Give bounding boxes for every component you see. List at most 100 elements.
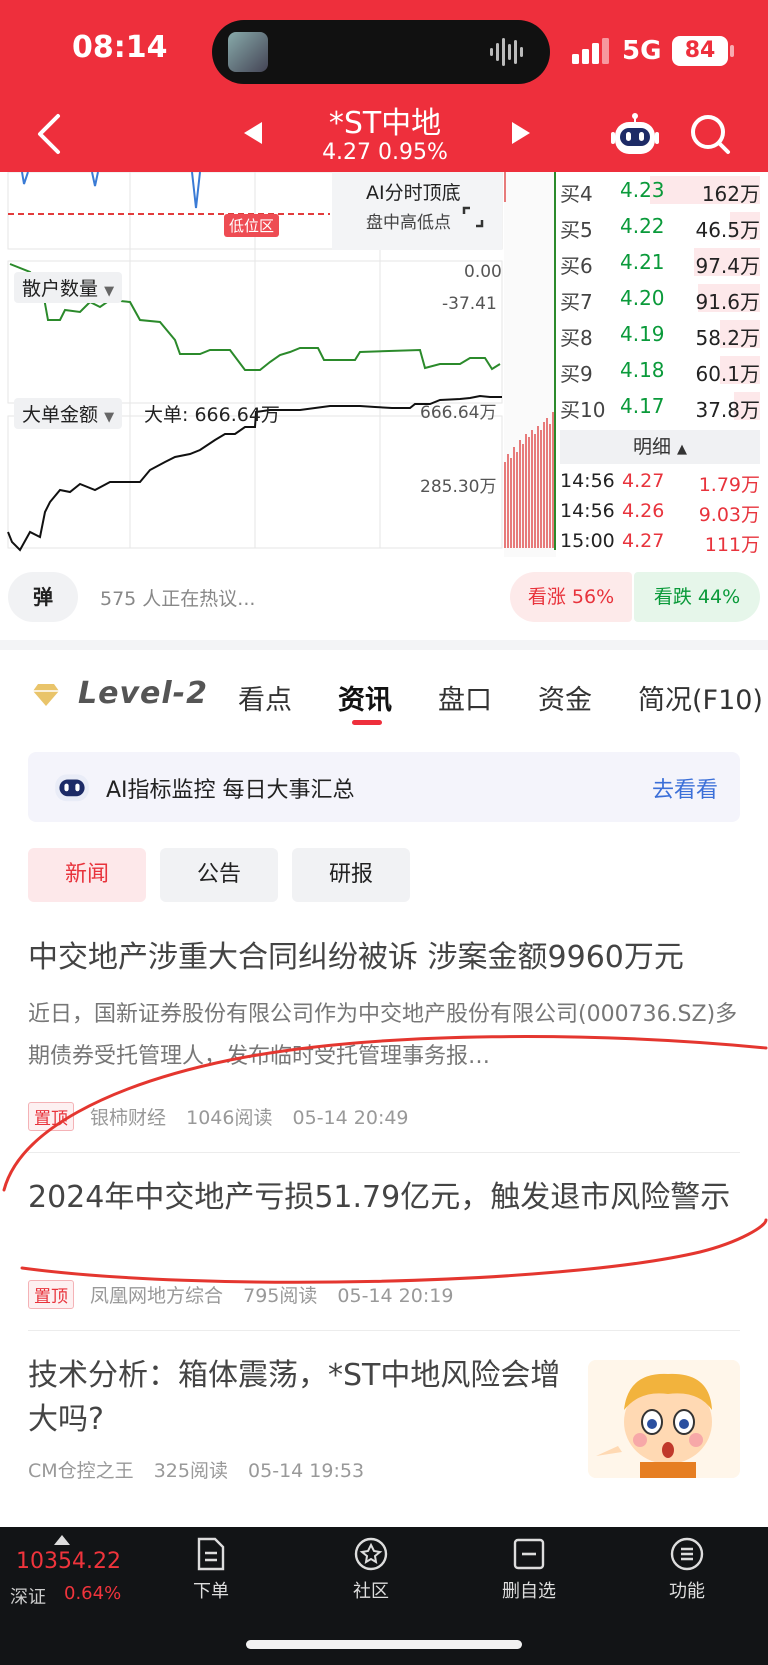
order-price: 4.18: [620, 358, 665, 382]
chevron-down-icon: ▼: [104, 284, 115, 299]
audio-wave-icon: [490, 38, 523, 66]
ai-banner-go-link[interactable]: 去看看: [652, 772, 718, 804]
section-divider: [0, 640, 768, 650]
danmu-label: 弹: [33, 585, 53, 609]
low-zone-tag: 低位区: [224, 214, 280, 237]
ai-banner[interactable]: AI指标监控 每日大事汇总 去看看: [28, 752, 740, 822]
cartoon-boy-image: [588, 1360, 740, 1478]
tab-level2[interactable]: Level-2: [78, 676, 208, 711]
bottom-bar: 10354.22 深证 0.64% 下单 社区 删自选 功能: [0, 1527, 768, 1665]
ai-robot-icon: [55, 774, 89, 802]
triangle-up-icon: ▲: [677, 442, 688, 457]
tab-funds[interactable]: 资金: [538, 678, 592, 717]
tick-volume: 1.79万: [698, 474, 760, 496]
bullish-vote-button[interactable]: 看涨 56%: [510, 572, 632, 622]
big-order-axis-mid: 285.30万: [420, 477, 497, 497]
nav-order[interactable]: 下单: [166, 1537, 256, 1603]
stock-name: *ST中地: [328, 106, 442, 141]
tab-news[interactable]: 资讯: [338, 678, 392, 717]
tab-f10[interactable]: 简况(F10): [638, 678, 763, 717]
news-title[interactable]: 技术分析：箱体震荡，*ST中地风险会增大吗?: [28, 1354, 568, 1442]
index-name: 深证: [10, 1587, 46, 1608]
order-book-row: 买9 4.18 60.1万: [560, 352, 760, 388]
menu-icon: [670, 1537, 704, 1571]
order-price: 4.20: [620, 286, 665, 310]
detail-title: 明细: [632, 436, 671, 458]
nav-functions-label: 功能: [669, 1581, 705, 1602]
ai-top-bottom-box[interactable]: AI分时顶底 盘中高低点: [332, 172, 502, 250]
tick-time: 14:56: [560, 470, 615, 492]
tab-orderbook[interactable]: 盘口: [438, 678, 492, 717]
order-book-row: 买6 4.21 97.4万: [560, 244, 760, 280]
nav-functions[interactable]: 功能: [642, 1537, 732, 1603]
stock-quote: 4.27 0.95%: [322, 140, 448, 165]
news-title[interactable]: 中交地产涉重大合同纠纷被诉 涉案金额9960万元: [28, 936, 740, 980]
order-volume: 46.5万: [695, 218, 760, 242]
news-meta: CM仓控之王 325阅读 05-14 19:53: [28, 1456, 364, 1483]
big-order-value: 大单: 666.64万: [144, 404, 280, 426]
order-level: 买9: [560, 362, 593, 386]
app-header: 08:14 5G 84 *ST中地 4.27 0.95%: [0, 0, 768, 172]
tick-price: 4.26: [622, 500, 665, 522]
subtab-announcements[interactable]: 公告: [160, 848, 278, 902]
tick-time: 15:00: [560, 530, 615, 552]
order-volume: 60.1万: [695, 362, 760, 386]
big-order-label: 大单金额: [22, 404, 99, 426]
order-book-row: 买5 4.22 46.5万: [560, 208, 760, 244]
order-level: 买10: [560, 398, 606, 422]
nav-community[interactable]: 社区: [326, 1537, 416, 1603]
sentiment-bar: 弹 575 人正在热议... 看涨 56% 看跌 44%: [0, 566, 768, 630]
ai-robot-icon[interactable]: [610, 110, 660, 160]
tick-volume: 9.03万: [698, 504, 760, 526]
search-icon[interactable]: [688, 112, 732, 156]
order-icon: [197, 1537, 225, 1571]
tick-row: 14:56 4.27 1.79万: [560, 468, 760, 498]
network-type: 5G: [622, 36, 662, 66]
big-order-selector[interactable]: 大单金额 ▼: [14, 398, 123, 429]
news-thumbnail[interactable]: [588, 1360, 740, 1478]
order-book-row: 买8 4.19 58.2万: [560, 316, 760, 352]
index-value[interactable]: 10354.22: [16, 1549, 121, 1574]
expand-icon[interactable]: [462, 206, 484, 228]
detail-header[interactable]: 明细 ▲: [560, 430, 760, 464]
home-indicator: [246, 1640, 522, 1649]
news-source: CM仓控之王: [28, 1460, 134, 1482]
chevron-down-icon: ▼: [104, 410, 115, 425]
order-level: 买4: [560, 182, 593, 206]
order-price: 4.22: [620, 214, 665, 238]
prev-stock-icon[interactable]: [238, 118, 268, 148]
subtab-news[interactable]: 新闻: [28, 848, 146, 902]
tick-time: 14:56: [560, 500, 615, 522]
order-volume: 37.8万: [695, 398, 760, 422]
retail-count-label: 散户数量: [22, 278, 99, 300]
big-order-axis-top: 666.64万: [420, 403, 497, 423]
media-thumbnail: [228, 32, 268, 72]
tick-row: 15:00 4.27 111万: [560, 528, 760, 558]
ai-banner-text: AI指标监控 每日大事汇总: [106, 778, 355, 803]
subtab-research[interactable]: 研报: [292, 848, 410, 902]
order-level: 买6: [560, 254, 593, 278]
order-level: 买8: [560, 326, 593, 350]
tab-highlights[interactable]: 看点: [238, 678, 292, 717]
order-price: 4.21: [620, 250, 665, 274]
active-tab-indicator: [352, 720, 382, 725]
tick-volume: 111万: [704, 534, 760, 556]
nav-community-label: 社区: [353, 1581, 389, 1602]
hot-discussion-text[interactable]: 575 人正在热议...: [100, 584, 255, 611]
nav-remove-watchlist-label: 删自选: [502, 1581, 556, 1602]
next-stock-icon[interactable]: [506, 118, 536, 148]
index-change: 0.64%: [64, 1583, 122, 1604]
retail-count-selector[interactable]: 散户数量 ▼: [14, 272, 123, 303]
nav-remove-watchlist[interactable]: 删自选: [484, 1537, 574, 1603]
order-level: 买5: [560, 218, 593, 242]
order-book-row: 买7 4.20 91.6万: [560, 280, 760, 316]
remove-watchlist-icon: [513, 1538, 545, 1570]
bearish-vote-button[interactable]: 看跌 44%: [634, 572, 760, 622]
order-volume: 97.4万: [695, 254, 760, 278]
chart-area: AI分时顶底 盘中高低点 低位区 散户数量 ▼ 0.00 -37.41 大单金额…: [0, 172, 768, 557]
battery-tip: [730, 45, 734, 57]
order-price: 4.19: [620, 322, 665, 346]
back-icon[interactable]: [30, 110, 70, 158]
hand-drawn-circle-annotation: [2, 1035, 768, 1284]
danmu-toggle-button[interactable]: 弹: [8, 572, 78, 622]
